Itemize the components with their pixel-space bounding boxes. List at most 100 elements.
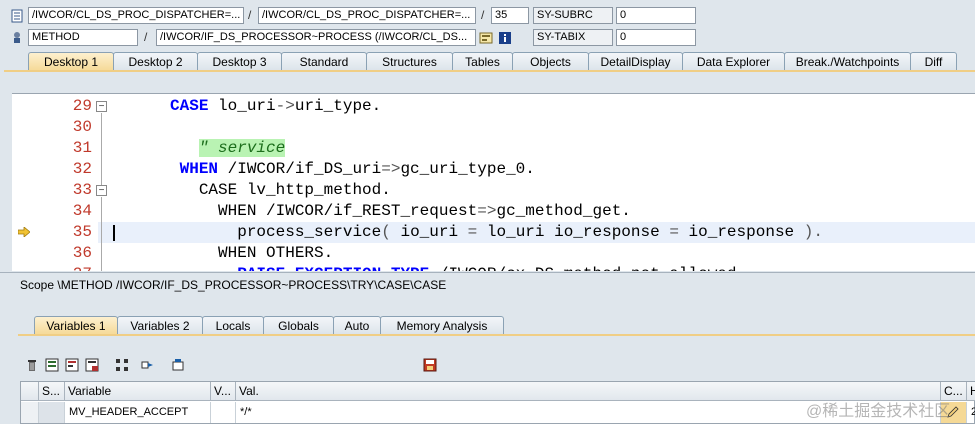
code-token: io_response [678,223,804,241]
new-tool-icon[interactable] [170,357,186,373]
code-line[interactable]: CASE lv_http_method. [122,180,975,201]
line-number: 34 [72,202,92,220]
code-token: WHEN /IWCOR/if_REST_request [218,202,478,220]
sysvar-label-2[interactable]: SY-TABIX [533,29,613,46]
separator: / [248,8,252,22]
code-token: = [467,223,478,241]
event-name-field[interactable]: /IWCOR/IF_DS_PROCESSOR~PROCESS (/IWCOR/C… [156,29,476,46]
program-icon [11,9,23,23]
event-type-field[interactable]: METHOD [28,29,138,46]
scope-bar: Scope \METHOD /IWCOR/IF_DS_PROCESSOR~PRO… [0,272,975,296]
tab-breakpoints-watchpoints[interactable]: Break./Watchpoints [784,52,911,71]
tab-detaildisplay[interactable]: DetailDisplay [588,52,683,71]
column-header-hex[interactable]: H [967,382,975,401]
tab-panel-border [4,70,975,72]
code-token: io_uri [390,223,468,241]
code-token: -> [275,97,295,115]
variables-panel-border [18,334,975,336]
line-number: 32 [72,160,92,178]
column-header-v[interactable]: V... [211,382,236,401]
code-token: process_service [237,223,382,241]
code-token: => [381,160,401,178]
code-token: WHEN OTHERS. [218,244,334,262]
sysvar-value-1[interactable]: 0 [616,7,696,24]
tab-locals[interactable]: Locals [202,316,264,335]
line-number: 31 [72,139,92,157]
code-token: = [669,223,679,241]
code-token: ). [803,223,823,241]
watermark: @稀土掘金技术社区 [806,403,951,420]
code-token: ( [381,223,391,241]
table-cell-v[interactable] [211,402,236,423]
load-variables-icon[interactable] [84,357,100,373]
display-source-icon[interactable] [479,31,493,45]
comment-token: " service [198,139,286,157]
separator: / [144,30,148,44]
sysvar-label-1[interactable]: SY-SUBRC [533,7,613,24]
source-code-editor[interactable]: 29 30 31 32 33 34 35 36 37 − − CASE lo_u… [12,93,975,271]
sysvar-value-2[interactable]: 0 [616,29,696,46]
table-cell-variable[interactable]: MV_HEADER_ACCEPT [65,402,211,423]
code-line[interactable]: WHEN /IWCOR/if_REST_request=>gc_method_g… [122,201,975,222]
code-token: => [477,202,497,220]
code-token: CASE lv_http_method. [198,181,391,199]
code-token: uri_type. [294,97,382,115]
method-icon [14,32,20,43]
delete-icon[interactable] [24,357,40,373]
fold-toggle-icon[interactable]: − [96,185,107,196]
program-field[interactable]: /IWCOR/CL_DS_PROC_DISPATCHER=... [28,7,244,24]
tab-data-explorer[interactable]: Data Explorer [682,52,785,71]
tab-variables-2[interactable]: Variables 2 [117,316,203,335]
table-cell-hex[interactable]: 2 [967,402,975,423]
line-number: 36 [72,244,92,262]
info-icon[interactable] [498,31,512,45]
keyword-token: CASE [170,97,209,115]
code-token: gc_method_get. [496,202,631,220]
separator: / [481,8,485,22]
desktop-tabstrip: Desktop 1 Desktop 2 Desktop 3 Standard S… [18,52,975,71]
tab-globals[interactable]: Globals [263,316,334,335]
line-number: 30 [72,118,92,136]
keyword-token: WHEN [179,160,219,178]
include-field[interactable]: /IWCOR/CL_DS_PROC_DISPATCHER=... [258,7,476,24]
code-lines: CASE lo_uri->uri_type. " service WHEN /I… [122,96,975,271]
tab-tables[interactable]: Tables [452,52,513,71]
save-icon[interactable] [422,357,438,373]
line-number-field[interactable]: 35 [491,7,529,24]
code-token: gc_uri_type_0. [400,160,535,178]
tab-structures[interactable]: Structures [366,52,453,71]
keyword-token: RAISE EXCEPTION TYPE [237,265,429,271]
hierarchy-icon[interactable] [114,357,130,373]
save-variables-icon[interactable] [64,357,80,373]
line-number: 35 [72,223,92,241]
tab-variables-1[interactable]: Variables 1 [34,316,118,335]
breakpoint-gutter[interactable] [12,94,36,271]
column-header-variable[interactable]: Variable [65,382,211,401]
table-cell-s[interactable] [39,402,65,423]
tab-diff[interactable]: Diff [910,52,957,71]
code-line[interactable]: process_service( io_uri = lo_uri io_resp… [122,222,975,243]
line-number: 29 [72,97,92,115]
tab-standard[interactable]: Standard [281,52,367,71]
column-header-s[interactable]: S... [39,382,65,401]
code-token: lo_uri io_response [477,223,670,241]
fold-toggle-icon[interactable]: − [96,101,107,112]
code-line[interactable]: " service [122,138,975,159]
tab-memory-analysis[interactable]: Memory Analysis [380,316,504,335]
line-number-column: 29 30 31 32 33 34 35 36 37 [36,94,98,271]
code-line[interactable] [122,117,975,138]
tab-desktop-1[interactable]: Desktop 1 [28,52,114,71]
transfer-icon[interactable] [140,357,156,373]
tab-auto[interactable]: Auto [333,316,381,335]
code-line[interactable]: WHEN OTHERS. [122,243,975,264]
row-selector[interactable] [21,402,39,423]
code-line[interactable]: RAISE EXCEPTION TYPE /IWCOR/cx_DS_method… [122,264,975,271]
execution-pointer-icon [18,227,30,237]
tab-desktop-3[interactable]: Desktop 3 [197,52,282,71]
code-line[interactable]: WHEN /IWCOR/if_DS_uri=>gc_uri_type_0. [122,159,975,180]
tab-objects[interactable]: Objects [512,52,589,71]
tab-desktop-2[interactable]: Desktop 2 [113,52,198,71]
code-line[interactable]: CASE lo_uri->uri_type. [122,96,975,117]
line-number: 33 [72,181,92,199]
detail-view-icon[interactable] [44,357,60,373]
